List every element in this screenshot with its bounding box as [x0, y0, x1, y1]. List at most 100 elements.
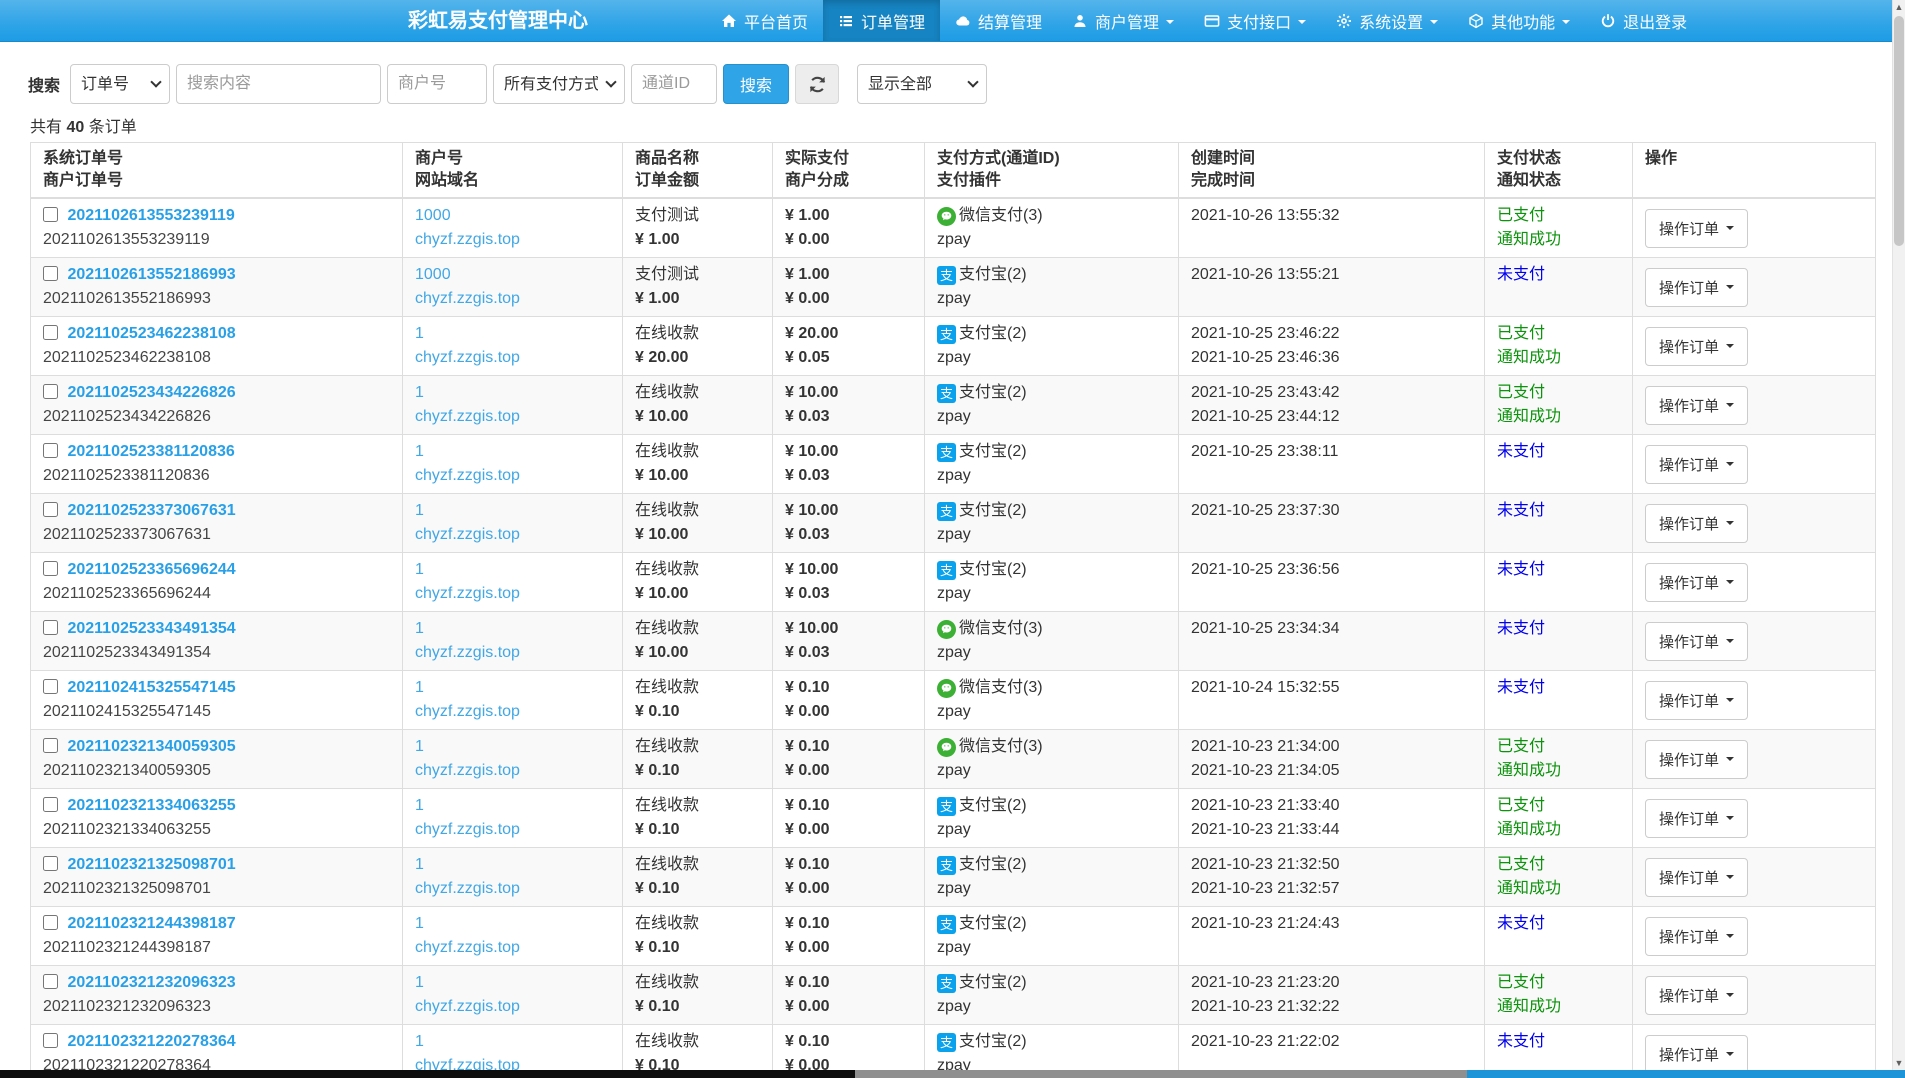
- row-checkbox[interactable]: [43, 1033, 58, 1048]
- site-domain-link[interactable]: chyzf.zzgis.top: [415, 464, 520, 488]
- site-domain-link[interactable]: chyzf.zzgis.top: [415, 582, 520, 606]
- merchant-id-link[interactable]: 1: [415, 617, 424, 641]
- merchant-id-link[interactable]: 1: [415, 322, 424, 346]
- site-domain-link[interactable]: chyzf.zzgis.top: [415, 228, 520, 252]
- system-order-link[interactable]: 2021102321220278364: [67, 1033, 235, 1050]
- row-checkbox[interactable]: [43, 325, 58, 340]
- nav-item-other[interactable]: 其他功能: [1453, 0, 1585, 41]
- row-checkbox[interactable]: [43, 856, 58, 871]
- order-action-button[interactable]: 操作订单: [1645, 445, 1748, 484]
- merchant-id-link[interactable]: 1: [415, 912, 424, 936]
- row-checkbox[interactable]: [43, 561, 58, 576]
- merchant-id-link[interactable]: 1: [415, 735, 424, 759]
- nav-item-settlement[interactable]: 结算管理: [940, 0, 1057, 41]
- order-action-button[interactable]: 操作订单: [1645, 917, 1748, 956]
- order-action-button[interactable]: 操作订单: [1645, 268, 1748, 307]
- merchant-id-link[interactable]: 1: [415, 794, 424, 818]
- nav-item-orders[interactable]: 订单管理: [823, 0, 940, 41]
- scroll-down-arrow-icon[interactable]: ▼: [1893, 1056, 1905, 1070]
- nav-item-merchants[interactable]: 商户管理: [1057, 0, 1189, 41]
- system-order-link[interactable]: 2021102321334063255: [67, 797, 235, 814]
- merchant-id-link[interactable]: 1: [415, 499, 424, 523]
- site-domain-link[interactable]: chyzf.zzgis.top: [415, 346, 520, 370]
- site-domain-link[interactable]: chyzf.zzgis.top: [415, 405, 520, 429]
- search-button[interactable]: 搜索: [723, 64, 789, 104]
- display-filter-select[interactable]: 显示全部: [857, 64, 987, 104]
- search-type-select[interactable]: 订单号: [70, 64, 170, 104]
- system-order-link[interactable]: 2021102613552186993: [67, 266, 235, 283]
- site-domain-link[interactable]: chyzf.zzgis.top: [415, 759, 520, 783]
- pay-type-select[interactable]: 所有支付方式: [493, 64, 625, 104]
- order-action-button[interactable]: 操作订单: [1645, 327, 1748, 366]
- merchant-id-link[interactable]: 1: [415, 971, 424, 995]
- system-order-link[interactable]: 2021102321325098701: [67, 856, 235, 873]
- merchant-id-link[interactable]: 1: [415, 853, 424, 877]
- row-checkbox[interactable]: [43, 266, 58, 281]
- site-domain-link[interactable]: chyzf.zzgis.top: [415, 818, 520, 842]
- search-keyword-input[interactable]: [176, 64, 381, 104]
- cell-action: 操作订单: [1633, 730, 1876, 789]
- order-action-button[interactable]: 操作订单: [1645, 622, 1748, 661]
- nav-item-logout[interactable]: 退出登录: [1585, 0, 1702, 41]
- nav-item-settings[interactable]: 系统设置: [1321, 0, 1453, 41]
- order-action-button[interactable]: 操作订单: [1645, 209, 1748, 248]
- merchant-id-input[interactable]: [387, 64, 487, 104]
- system-order-link[interactable]: 2021102321244398187: [67, 915, 235, 932]
- order-action-button[interactable]: 操作订单: [1645, 681, 1748, 720]
- row-checkbox[interactable]: [43, 502, 58, 517]
- row-checkbox[interactable]: [43, 679, 58, 694]
- system-order-link[interactable]: 2021102523434226826: [67, 384, 235, 401]
- system-order-link[interactable]: 2021102613553239119: [67, 207, 234, 224]
- merchant-order-no: 2021102321334063255: [43, 818, 390, 842]
- order-action-button[interactable]: 操作订单: [1645, 504, 1748, 543]
- row-checkbox[interactable]: [43, 384, 58, 399]
- system-order-link[interactable]: 2021102523343491354: [67, 620, 235, 637]
- cell-times: 2021-10-25 23:38:11: [1179, 435, 1485, 494]
- order-action-button[interactable]: 操作订单: [1645, 563, 1748, 602]
- merchant-id-link[interactable]: 1000: [415, 263, 451, 287]
- site-domain-link[interactable]: chyzf.zzgis.top: [415, 700, 520, 724]
- system-order-link[interactable]: 2021102523462238108: [67, 325, 235, 342]
- refresh-button[interactable]: [795, 64, 839, 104]
- row-checkbox[interactable]: [43, 915, 58, 930]
- vertical-scrollbar[interactable]: ▲ ▼: [1892, 0, 1905, 1070]
- site-domain-link[interactable]: chyzf.zzgis.top: [415, 877, 520, 901]
- merchant-id-link[interactable]: 1000: [415, 204, 451, 228]
- system-order-link[interactable]: 2021102523373067631: [67, 502, 235, 519]
- orders-table-wrap: 系统订单号 商户订单号 商户号 网站域名 商品名称 订单金额 实际支付: [30, 142, 1875, 1078]
- merchant-id-link[interactable]: 1: [415, 1030, 424, 1054]
- row-checkbox[interactable]: [43, 974, 58, 989]
- row-checkbox[interactable]: [43, 738, 58, 753]
- system-order-link[interactable]: 2021102523365696244: [67, 561, 235, 578]
- row-checkbox[interactable]: [43, 797, 58, 812]
- system-order-link[interactable]: 2021102415325547145: [67, 679, 235, 696]
- order-action-button[interactable]: 操作订单: [1645, 386, 1748, 425]
- site-domain-link[interactable]: chyzf.zzgis.top: [415, 995, 520, 1019]
- site-domain-link[interactable]: chyzf.zzgis.top: [415, 523, 520, 547]
- row-checkbox[interactable]: [43, 443, 58, 458]
- merchant-id-link[interactable]: 1: [415, 381, 424, 405]
- system-order-link[interactable]: 2021102321340059305: [67, 738, 235, 755]
- row-checkbox[interactable]: [43, 207, 58, 222]
- site-domain-link[interactable]: chyzf.zzgis.top: [415, 641, 520, 665]
- system-order-link[interactable]: 2021102321232096323: [67, 974, 235, 991]
- row-checkbox[interactable]: [43, 620, 58, 635]
- merchant-id-link[interactable]: 1: [415, 440, 424, 464]
- order-action-button[interactable]: 操作订单: [1645, 1035, 1748, 1074]
- channel-id-input[interactable]: [631, 64, 717, 104]
- merchant-id-link[interactable]: 1: [415, 676, 424, 700]
- site-domain-link[interactable]: chyzf.zzgis.top: [415, 936, 520, 960]
- merchant-id-link[interactable]: 1: [415, 558, 424, 582]
- horizontal-scrollbar-thumb[interactable]: [855, 1070, 1467, 1078]
- order-action-button[interactable]: 操作订单: [1645, 976, 1748, 1015]
- order-action-button[interactable]: 操作订单: [1645, 740, 1748, 779]
- site-domain-link[interactable]: chyzf.zzgis.top: [415, 287, 520, 311]
- system-order-link[interactable]: 2021102523381120836: [67, 443, 234, 460]
- scrollbar-thumb[interactable]: [1894, 16, 1904, 246]
- order-action-button[interactable]: 操作订单: [1645, 799, 1748, 838]
- created-time: 2021-10-25 23:38:11: [1191, 440, 1472, 464]
- nav-item-pay-api[interactable]: 支付接口: [1189, 0, 1321, 41]
- order-action-button[interactable]: 操作订单: [1645, 858, 1748, 897]
- nav-item-home[interactable]: 平台首页: [706, 0, 823, 41]
- scroll-up-arrow-icon[interactable]: ▲: [1893, 0, 1905, 14]
